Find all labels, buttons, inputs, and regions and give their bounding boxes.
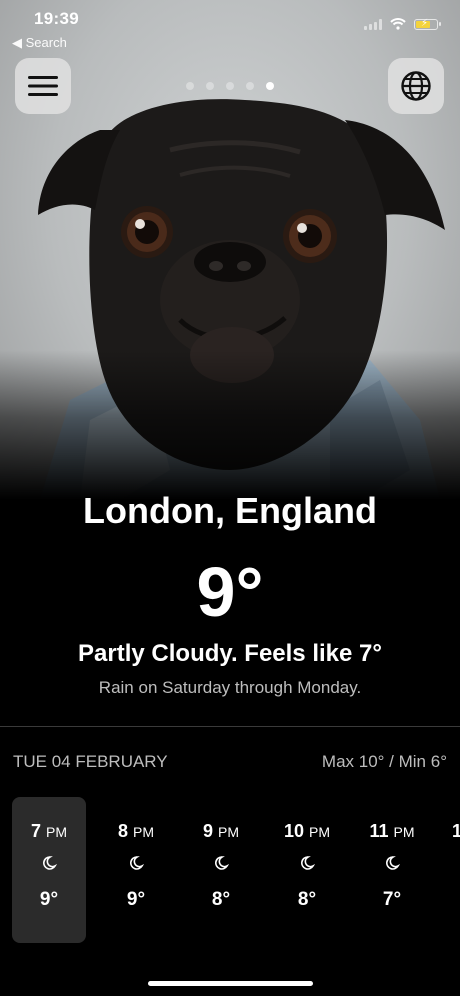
- hour-item[interactable]: 10 PM 8°: [270, 797, 344, 943]
- hour-label: 8 PM: [117, 821, 155, 841]
- status-icons: ⚡: [364, 18, 441, 30]
- hour-item[interactable]: 9 PM 8°: [184, 797, 258, 943]
- cellular-signal-icon: [364, 18, 382, 30]
- moon-icon: [355, 855, 429, 871]
- hour-temperature: 7°: [382, 889, 402, 910]
- forecast-summary: Rain on Saturday through Monday.: [98, 678, 362, 697]
- hour-item[interactable]: 11 PM 7°: [355, 797, 429, 943]
- forecast-date: TUE 04 FEBRUARY: [13, 752, 168, 771]
- hour-item[interactable]: 8 PM 9°: [99, 797, 173, 943]
- globe-icon: [401, 71, 431, 101]
- hourly-forecast-strip[interactable]: 7 PM 9° 8 PM 9° 9 PM 8° 10 PM 8° 11 PM 7…: [12, 797, 460, 945]
- page-dot[interactable]: [246, 82, 254, 90]
- hour-label: 11 PM: [369, 821, 415, 841]
- hour-label: 1: [452, 821, 460, 841]
- page-indicator: [186, 82, 274, 90]
- status-time: 19:39: [34, 9, 79, 28]
- hour-label: 9 PM: [202, 821, 240, 841]
- hour-label: 10 PM: [283, 821, 331, 841]
- wifi-icon: [390, 18, 406, 30]
- hour-item-selected[interactable]: 7 PM 9°: [12, 797, 86, 943]
- hour-label: 7 PM: [30, 821, 68, 841]
- back-to-search-link[interactable]: ◀ Search: [12, 35, 67, 51]
- page-dot[interactable]: [186, 82, 194, 90]
- hero-gradient: [0, 350, 460, 500]
- moon-icon: [184, 855, 258, 871]
- condition-text: Partly Cloudy. Feels like 7°: [78, 640, 382, 667]
- hamburger-icon: [28, 76, 58, 96]
- locations-button[interactable]: [388, 58, 444, 114]
- page-dot-active[interactable]: [266, 82, 274, 90]
- divider: [0, 726, 460, 727]
- moon-icon: [270, 855, 344, 871]
- battery-icon: ⚡: [414, 18, 441, 30]
- home-indicator[interactable]: [148, 981, 313, 986]
- page-dot[interactable]: [206, 82, 214, 90]
- city-name: London, England: [83, 490, 377, 531]
- hour-temperature: 8°: [211, 889, 231, 910]
- status-bar: 19:39 ◀ Search ⚡: [0, 0, 460, 56]
- hour-item-partial[interactable]: 1: [439, 797, 460, 943]
- max-min-temperature: Max 10° / Min 6°: [321, 752, 447, 771]
- hour-temperature: 9°: [39, 889, 59, 910]
- moon-icon: [99, 855, 173, 871]
- current-temperature: 9°: [196, 553, 264, 631]
- hour-temperature: 8°: [297, 889, 317, 910]
- moon-icon: [12, 855, 86, 871]
- hour-temperature: 9°: [126, 889, 146, 910]
- page-dot[interactable]: [226, 82, 234, 90]
- menu-button[interactable]: [15, 58, 71, 114]
